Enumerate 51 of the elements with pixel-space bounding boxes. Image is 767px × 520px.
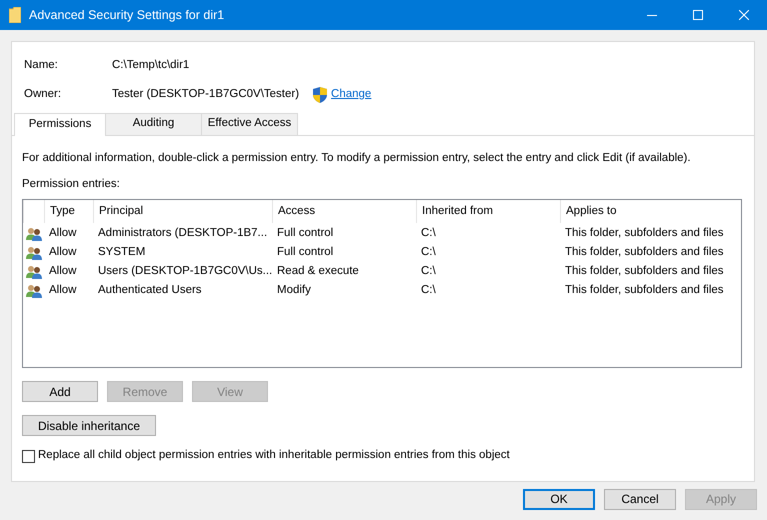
table-cell-text: This folder, subfolders and files (564, 264, 725, 279)
dialog-button[interactable]: Add (22, 381, 98, 402)
table-cell-text: C:\ (420, 264, 437, 279)
table-cell-text: C:\ (420, 246, 437, 260)
table-cell-text: Full control (276, 226, 334, 241)
tab[interactable]: Auditing (105, 112, 202, 135)
table-cell-text: Allow (48, 284, 78, 298)
table-cell-text: Modify (276, 284, 312, 298)
window-title: Advanced Security Settings for dir1 (29, 8, 226, 22)
permission-list[interactable] (22, 199, 742, 368)
users-icon (26, 284, 42, 298)
users-icon (26, 264, 42, 279)
table-cell-text: C:\ (420, 284, 437, 298)
shield-icon (313, 86, 328, 103)
table-cell-text: Allow (48, 226, 78, 241)
field-value: C:\Temp\tc\dir1 (112, 59, 190, 73)
column-header[interactable]: Inherited from (416, 200, 560, 224)
checkbox-label: Replace all child object permission entries with inheritable permission entries from this object (38, 449, 510, 464)
info-text: For additional information, double-click a permission entry. To modify a permission entry, select the entry and click Edit (if available). (22, 152, 692, 166)
maximize-icon[interactable] (693, 10, 703, 20)
folder-icon (9, 7, 21, 23)
users-icon (26, 246, 42, 260)
dialog-button[interactable]: Cancel (604, 489, 676, 510)
tab[interactable]: Effective Access (201, 112, 298, 135)
close-icon[interactable] (739, 10, 749, 20)
table-cell-text: C:\ (420, 226, 437, 241)
checkbox[interactable] (22, 450, 35, 463)
table-cell-text: Read & execute (276, 264, 360, 279)
inheritance-button[interactable]: Disable inheritance (22, 415, 156, 436)
field-label: Owner: (24, 88, 62, 102)
table-cell-text: This folder, subfolders and files (564, 284, 725, 298)
field-value: Tester (DESKTOP-1B7GC0V\Tester) (112, 88, 300, 102)
table-cell-text: SYSTEM (97, 246, 146, 260)
table-cell-text: Full control (276, 246, 334, 260)
section-label: Permission entries: (22, 178, 121, 192)
field-label: Name: (24, 59, 59, 73)
change-link[interactable]: Change (331, 88, 372, 102)
users-icon (26, 226, 42, 241)
tab[interactable]: Permissions (14, 112, 106, 136)
dialog-button[interactable]: OK (523, 489, 595, 510)
table-cell-text: This folder, subfolders and files (564, 226, 725, 241)
column-header[interactable]: Access (272, 200, 416, 224)
table-cell-text: This folder, subfolders and files (564, 246, 725, 260)
table-cell-text: Allow (48, 264, 78, 279)
column-header[interactable]: Applies to (560, 200, 741, 224)
table-cell-text: Allow (48, 246, 78, 260)
table-cell-text: Administrators (DESKTOP-1B7... (97, 226, 268, 241)
table-cell-text: Authenticated Users (97, 284, 203, 298)
column-header[interactable]: Principal (93, 200, 272, 224)
column-header[interactable]: Type (44, 200, 93, 224)
table-cell-text: Users (DESKTOP-1B7GC0V\Us... (97, 264, 272, 279)
